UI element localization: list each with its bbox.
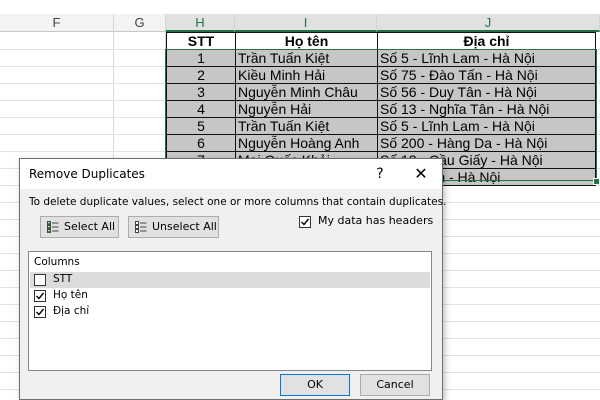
cell-address[interactable]: Số 200 - Hàng Da - Hà Nội: [377, 134, 596, 152]
cancel-button[interactable]: Cancel: [360, 374, 430, 396]
check-icon: [301, 218, 310, 226]
cell-name[interactable]: Trần Tuấn Kiệt: [235, 49, 378, 67]
cell-address[interactable]: Số 75 - Đào Tấn - Hà Nội: [377, 66, 596, 84]
column-letter: I: [303, 15, 308, 30]
column-header-j[interactable]: J: [377, 14, 600, 32]
select-all-icon: [47, 221, 59, 233]
table-row: 6 Nguyễn Hoàng Anh Số 200 - Hàng Da - Hà…: [166, 134, 596, 152]
column-header-g[interactable]: G: [114, 14, 166, 32]
remove-duplicates-dialog: Remove Duplicates ? ✕ To delete duplicat…: [19, 158, 447, 400]
unselect-all-button[interactable]: Unselect All: [128, 216, 219, 238]
select-all-button[interactable]: Select All: [40, 216, 119, 238]
cell-name[interactable]: Trần Tuấn Kiệt: [235, 117, 378, 135]
column-option-label: Họ tên: [53, 289, 88, 301]
column-header-f[interactable]: F: [0, 14, 114, 32]
cell-name[interactable]: Nguyễn Hoàng Anh: [235, 134, 378, 152]
cell-address[interactable]: Số 5 - Lĩnh Lam - Hà Nội: [377, 117, 596, 135]
columns-listbox[interactable]: Columns STT Họ tên Địa chỉ: [28, 251, 432, 371]
column-letter: H: [195, 15, 205, 30]
columns-heading: Columns: [34, 256, 80, 268]
my-data-has-headers-checkbox[interactable]: [299, 216, 311, 228]
cell-stt[interactable]: 2: [166, 66, 236, 84]
table-row: 4 Nguyễn Hải Số 13 - Nghĩa Tân - Hà Nội: [166, 100, 596, 118]
select-all-label: Select All: [64, 220, 116, 233]
column-letter: G: [134, 15, 145, 30]
cell-name[interactable]: Kiều Minh Hải: [235, 66, 378, 84]
column-checkbox-dia-chi[interactable]: [34, 306, 46, 318]
cell-name[interactable]: Nguyễn Hải: [235, 100, 378, 118]
column-option-stt[interactable]: STT: [30, 272, 430, 288]
unselect-all-label: Unselect All: [152, 220, 217, 233]
column-checkbox-stt[interactable]: [34, 274, 46, 286]
ok-button[interactable]: OK: [280, 374, 350, 396]
table-header-row: STT Họ tên Địa chỉ: [166, 32, 596, 50]
listbox-scrollbar[interactable]: [432, 251, 441, 371]
column-option-label: STT: [53, 273, 73, 285]
column-header-i[interactable]: I: [235, 14, 377, 32]
table-row: 3 Nguyễn Minh Châu Số 56 - Duy Tân - Hà …: [166, 83, 596, 101]
column-letter: F: [52, 15, 61, 30]
column-checkbox-ho-ten[interactable]: [34, 290, 46, 302]
formula-bar-area: [0, 0, 600, 14]
cell-address[interactable]: Số 13 - Nghĩa Tân - Hà Nội: [377, 100, 596, 118]
cell-stt[interactable]: 4: [166, 100, 236, 118]
fill-handle[interactable]: [593, 178, 600, 185]
dialog-description: To delete duplicate values, select one o…: [29, 196, 447, 208]
check-icon: [36, 292, 45, 300]
cell-stt[interactable]: 6: [166, 134, 236, 152]
table-row: 2 Kiều Minh Hải Số 75 - Đào Tấn - Hà Nội: [166, 66, 596, 84]
header-cell-name[interactable]: Họ tên: [235, 32, 378, 50]
check-icon: [36, 308, 45, 316]
cell-stt[interactable]: 3: [166, 83, 236, 101]
dialog-title-bar[interactable]: Remove Duplicates ? ✕: [20, 159, 442, 189]
column-option-dia-chi[interactable]: Địa chỉ: [30, 304, 430, 320]
help-button[interactable]: ?: [370, 164, 390, 184]
my-data-has-headers-label[interactable]: My data has headers: [318, 214, 433, 227]
table-row: 5 Trần Tuấn Kiệt Số 5 - Lĩnh Lam - Hà Nộ…: [166, 117, 596, 135]
table-row: 1 Trần Tuấn Kiệt Số 5 - Lĩnh Lam - Hà Nộ…: [166, 49, 596, 67]
cell-address[interactable]: Số 5 - Lĩnh Lam - Hà Nội: [377, 49, 596, 67]
cell-stt[interactable]: 1: [166, 49, 236, 67]
header-cell-stt[interactable]: STT: [166, 32, 236, 50]
close-button[interactable]: ✕: [409, 164, 433, 184]
column-letter: J: [484, 15, 492, 30]
unselect-all-icon: [135, 221, 147, 233]
dialog-title: Remove Duplicates: [29, 167, 145, 181]
cell-stt[interactable]: 5: [166, 117, 236, 135]
cell-name[interactable]: Nguyễn Minh Châu: [235, 83, 378, 101]
cell-address[interactable]: Số 56 - Duy Tân - Hà Nội: [377, 83, 596, 101]
header-cell-address[interactable]: Địa chỉ: [377, 32, 596, 50]
column-header-h[interactable]: H: [166, 14, 235, 32]
column-option-label: Địa chỉ: [53, 305, 90, 317]
column-option-ho-ten[interactable]: Họ tên: [30, 288, 430, 304]
